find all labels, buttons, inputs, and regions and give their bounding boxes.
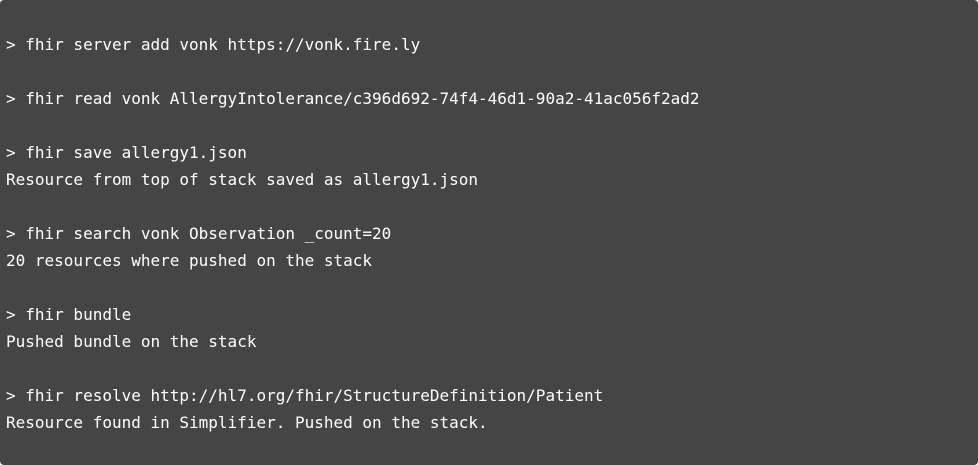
command-line: > fhir save allergy1.json xyxy=(6,139,978,166)
prompt: > xyxy=(6,224,26,243)
command-text: fhir server add vonk https://vonk.fire.l… xyxy=(25,35,421,54)
prompt: > xyxy=(6,35,26,54)
command-line: > fhir bundle xyxy=(6,301,978,328)
command-line: > fhir read vonk AllergyIntolerance/c396… xyxy=(6,85,978,112)
output-line: Pushed bundle on the stack xyxy=(6,332,257,351)
command-line: > fhir resolve http://hl7.org/fhir/Struc… xyxy=(6,382,978,409)
output-line: Resource from top of stack saved as alle… xyxy=(6,170,479,189)
prompt: > xyxy=(6,386,26,405)
command-text: fhir search vonk Observation _count=20 xyxy=(25,224,392,243)
output-line: Resource found in Simplifier. Pushed on … xyxy=(6,413,488,432)
command-text: fhir bundle xyxy=(25,305,132,324)
command-line: > fhir server add vonk https://vonk.fire… xyxy=(6,31,978,58)
command-text: fhir resolve http://hl7.org/fhir/Structu… xyxy=(25,386,604,405)
terminal-output: > fhir server add vonk https://vonk.fire… xyxy=(0,0,978,465)
command-text: fhir save allergy1.json xyxy=(25,143,247,162)
prompt: > xyxy=(6,305,26,324)
prompt: > xyxy=(6,143,26,162)
command-text: fhir read vonk AllergyIntolerance/c396d6… xyxy=(25,89,700,108)
command-line: > fhir search vonk Observation _count=20 xyxy=(6,220,978,247)
output-line: 20 resources where pushed on the stack xyxy=(6,251,373,270)
prompt: > xyxy=(6,89,26,108)
